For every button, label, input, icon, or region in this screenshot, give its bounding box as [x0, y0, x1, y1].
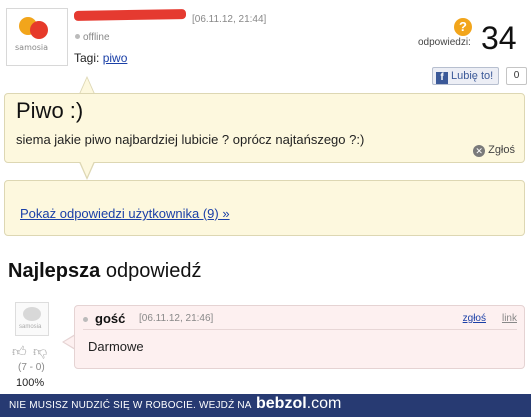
answers-count: 34 — [481, 20, 517, 56]
samosia-logo: samosia — [13, 15, 61, 59]
vote-count: (7 - 0) — [18, 362, 45, 373]
question-box-pointer — [79, 76, 95, 94]
question-box: Piwo :) siema jakie piwo najbardziej lub… — [4, 93, 525, 163]
facebook-like-button[interactable]: f Lubię to! — [432, 67, 500, 85]
answer-permalink[interactable]: link — [502, 313, 517, 324]
footer-text: NIE MUSISZ NUDZIĆ SIĘ W ROBOCIE. WEJDŹ N… — [9, 400, 252, 411]
tags-label: Tagi: — [74, 51, 100, 65]
answers-label: odpowiedzi: — [418, 37, 471, 48]
question-title: Piwo :) — [16, 98, 84, 123]
author-status: offline — [75, 32, 110, 43]
answer-date: [06.11.12, 21:46] — [139, 313, 214, 324]
user-answers-box: Pokaż odpowiedzi użytkownika (9) » — [4, 180, 525, 236]
tag-link[interactable]: piwo — [103, 51, 128, 65]
show-user-answers-link[interactable]: Pokaż odpowiedzi użytkownika (9) » — [20, 206, 230, 221]
best-answer-heading: Najlepsza odpowiedź — [8, 260, 202, 282]
footer-banner: NIE MUSISZ NUDZIĆ SIĘ W ROBOCIE. WEJDŹ N… — [0, 394, 531, 417]
thumb-down-icon[interactable]: 👎︎ — [33, 343, 47, 359]
like-count: 0 — [506, 67, 527, 85]
footer-brand: bebzol.com — [256, 395, 342, 412]
question-bubble-icon: ? — [454, 18, 472, 36]
question-date: [06.11.12, 21:44] — [192, 14, 267, 25]
close-circle-icon: ✕ — [473, 145, 486, 157]
tags: Tagi: piwo — [74, 51, 127, 65]
best-answer-box: gość [06.11.12, 21:46] zgłoś link Darmow… — [74, 305, 525, 369]
username-redaction — [73, 9, 187, 21]
answer-header: gość [06.11.12, 21:46] zgłoś link — [83, 311, 517, 330]
answer-author: gość — [95, 311, 126, 326]
thumb-up-icon[interactable]: 👍︎ — [12, 343, 27, 359]
status-dot-icon — [75, 34, 80, 39]
author-avatar[interactable]: samosia — [6, 8, 68, 66]
facebook-icon: f — [436, 72, 448, 84]
status-dot-icon — [83, 317, 88, 322]
answer-report-link[interactable]: zgłoś — [463, 313, 486, 324]
question-box-pointer-down — [79, 161, 95, 180]
answer-body: Darmowe — [88, 339, 144, 354]
vote-percent: 100% — [16, 377, 45, 389]
answer-author-avatar[interactable]: samosia — [15, 302, 49, 336]
report-button[interactable]: ✕ Zgłoś — [473, 144, 515, 157]
question-body: siema jakie piwo najbardziej lubicie ? o… — [16, 132, 365, 147]
